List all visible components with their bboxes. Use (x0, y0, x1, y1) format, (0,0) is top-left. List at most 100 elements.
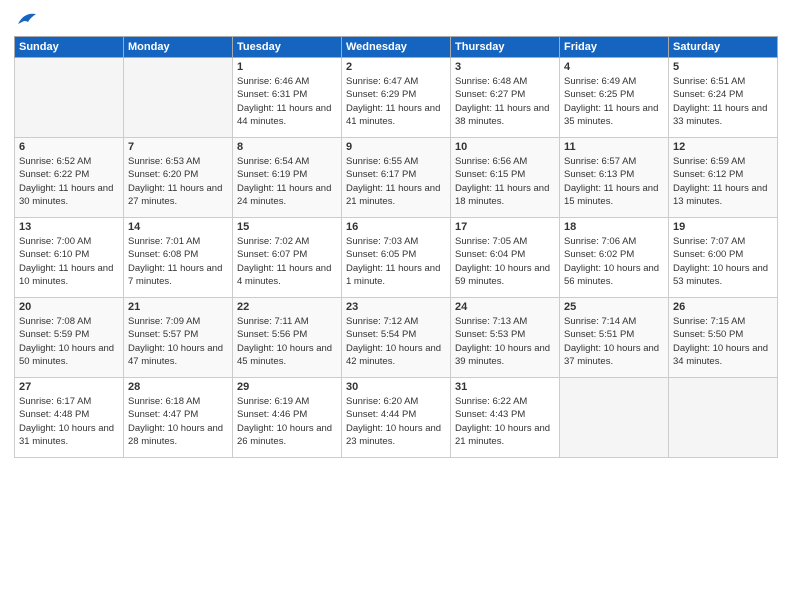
day-number: 31 (455, 381, 555, 393)
day-number: 1 (237, 61, 337, 73)
day-info: Sunrise: 7:15 AM Sunset: 5:50 PM Dayligh… (673, 315, 773, 368)
week-row-1: 6Sunrise: 6:52 AM Sunset: 6:22 PM Daylig… (15, 138, 778, 218)
day-cell: 3 Sunrise: 6:48 AM Sunset: 6:27 PM Daylig… (451, 58, 560, 138)
page-header (14, 10, 778, 28)
day-cell: 9Sunrise: 6:55 AM Sunset: 6:17 PM Daylig… (342, 138, 451, 218)
day-number: 28 (128, 381, 228, 393)
day-cell: 2Sunrise: 6:47 AM Sunset: 6:29 PM Daylig… (342, 58, 451, 138)
day-number: 15 (237, 221, 337, 233)
day-cell: 4 Sunrise: 6:49 AM Sunset: 6:25 PM Daylig… (560, 58, 669, 138)
day-cell: 29 Sunrise: 6:19 AM Sunset: 4:46 PM Dayli… (233, 378, 342, 458)
day-info: Sunrise: 7:00 AM Sunset: 6:10 PM Dayligh… (19, 235, 119, 288)
day-number: 17 (455, 221, 555, 233)
day-number: 3 (455, 61, 555, 73)
day-number: 29 (237, 381, 337, 393)
day-number: 2 (346, 61, 446, 73)
day-cell: 17 Sunrise: 7:05 AM Sunset: 6:04 PM Dayli… (451, 218, 560, 298)
day-cell: 1 Sunrise: 6:46 AM Sunset: 6:31 PM Daylig… (233, 58, 342, 138)
day-info: Sunrise: 6:57 AM Sunset: 6:13 PM Dayligh… (564, 155, 664, 208)
day-info: Sunrise: 7:09 AM Sunset: 5:57 PM Dayligh… (128, 315, 228, 368)
day-cell: 8Sunrise: 6:54 AM Sunset: 6:19 PM Daylig… (233, 138, 342, 218)
day-info: Sunrise: 7:12 AM Sunset: 5:54 PM Dayligh… (346, 315, 446, 368)
day-cell: 6Sunrise: 6:52 AM Sunset: 6:22 PM Daylig… (15, 138, 124, 218)
day-cell: 16Sunrise: 7:03 AM Sunset: 6:05 PM Dayli… (342, 218, 451, 298)
day-cell: 12Sunrise: 6:59 AM Sunset: 6:12 PM Dayli… (669, 138, 778, 218)
day-cell: 26 Sunrise: 7:15 AM Sunset: 5:50 PM Dayli… (669, 298, 778, 378)
day-info: Sunrise: 6:59 AM Sunset: 6:12 PM Dayligh… (673, 155, 773, 208)
day-number: 13 (19, 221, 119, 233)
day-info: Sunrise: 6:55 AM Sunset: 6:17 PM Dayligh… (346, 155, 446, 208)
day-info: Sunrise: 6:53 AM Sunset: 6:20 PM Dayligh… (128, 155, 228, 208)
week-row-2: 13 Sunrise: 7:00 AM Sunset: 6:10 PM Dayli… (15, 218, 778, 298)
day-cell: 23 Sunrise: 7:12 AM Sunset: 5:54 PM Dayli… (342, 298, 451, 378)
day-cell: 11 Sunrise: 6:57 AM Sunset: 6:13 PM Dayli… (560, 138, 669, 218)
day-number: 23 (346, 301, 446, 313)
day-number: 18 (564, 221, 664, 233)
day-header-saturday: Saturday (669, 37, 778, 58)
day-cell: 30 Sunrise: 6:20 AM Sunset: 4:44 PM Dayli… (342, 378, 451, 458)
day-info: Sunrise: 6:18 AM Sunset: 4:47 PM Dayligh… (128, 395, 228, 448)
header-row: SundayMondayTuesdayWednesdayThursdayFrid… (15, 37, 778, 58)
day-info: Sunrise: 7:02 AM Sunset: 6:07 PM Dayligh… (237, 235, 337, 288)
logo (14, 10, 38, 28)
day-number: 21 (128, 301, 228, 313)
day-cell (15, 58, 124, 138)
day-info: Sunrise: 6:17 AM Sunset: 4:48 PM Dayligh… (19, 395, 119, 448)
day-cell: 19Sunrise: 7:07 AM Sunset: 6:00 PM Dayli… (669, 218, 778, 298)
day-info: Sunrise: 7:13 AM Sunset: 5:53 PM Dayligh… (455, 315, 555, 368)
day-header-sunday: Sunday (15, 37, 124, 58)
day-info: Sunrise: 6:56 AM Sunset: 6:15 PM Dayligh… (455, 155, 555, 208)
week-row-0: 1 Sunrise: 6:46 AM Sunset: 6:31 PM Daylig… (15, 58, 778, 138)
day-info: Sunrise: 6:52 AM Sunset: 6:22 PM Dayligh… (19, 155, 119, 208)
day-number: 4 (564, 61, 664, 73)
day-header-wednesday: Wednesday (342, 37, 451, 58)
day-cell: 18 Sunrise: 7:06 AM Sunset: 6:02 PM Dayli… (560, 218, 669, 298)
day-header-friday: Friday (560, 37, 669, 58)
day-cell: 10 Sunrise: 6:56 AM Sunset: 6:15 PM Dayli… (451, 138, 560, 218)
day-header-monday: Monday (124, 37, 233, 58)
day-cell: 24 Sunrise: 7:13 AM Sunset: 5:53 PM Dayli… (451, 298, 560, 378)
day-cell (124, 58, 233, 138)
day-cell: 7 Sunrise: 6:53 AM Sunset: 6:20 PM Daylig… (124, 138, 233, 218)
day-cell: 13 Sunrise: 7:00 AM Sunset: 6:10 PM Dayli… (15, 218, 124, 298)
day-cell: 27Sunrise: 6:17 AM Sunset: 4:48 PM Dayli… (15, 378, 124, 458)
day-cell: 31 Sunrise: 6:22 AM Sunset: 4:43 PM Dayli… (451, 378, 560, 458)
calendar-table: SundayMondayTuesdayWednesdayThursdayFrid… (14, 36, 778, 458)
day-info: Sunrise: 6:48 AM Sunset: 6:27 PM Dayligh… (455, 75, 555, 128)
day-number: 10 (455, 141, 555, 153)
day-cell: 22 Sunrise: 7:11 AM Sunset: 5:56 PM Dayli… (233, 298, 342, 378)
day-number: 19 (673, 221, 773, 233)
day-number: 26 (673, 301, 773, 313)
day-info: Sunrise: 7:11 AM Sunset: 5:56 PM Dayligh… (237, 315, 337, 368)
day-cell: 5Sunrise: 6:51 AM Sunset: 6:24 PM Daylig… (669, 58, 778, 138)
week-row-3: 20Sunrise: 7:08 AM Sunset: 5:59 PM Dayli… (15, 298, 778, 378)
page-container: SundayMondayTuesdayWednesdayThursdayFrid… (0, 0, 792, 466)
day-cell (669, 378, 778, 458)
day-cell: 28 Sunrise: 6:18 AM Sunset: 4:47 PM Dayli… (124, 378, 233, 458)
day-cell: 25Sunrise: 7:14 AM Sunset: 5:51 PM Dayli… (560, 298, 669, 378)
day-number: 16 (346, 221, 446, 233)
day-cell: 21 Sunrise: 7:09 AM Sunset: 5:57 PM Dayli… (124, 298, 233, 378)
day-info: Sunrise: 6:22 AM Sunset: 4:43 PM Dayligh… (455, 395, 555, 448)
day-info: Sunrise: 7:06 AM Sunset: 6:02 PM Dayligh… (564, 235, 664, 288)
day-cell (560, 378, 669, 458)
day-info: Sunrise: 7:05 AM Sunset: 6:04 PM Dayligh… (455, 235, 555, 288)
day-info: Sunrise: 6:19 AM Sunset: 4:46 PM Dayligh… (237, 395, 337, 448)
day-info: Sunrise: 6:51 AM Sunset: 6:24 PM Dayligh… (673, 75, 773, 128)
day-cell: 20Sunrise: 7:08 AM Sunset: 5:59 PM Dayli… (15, 298, 124, 378)
day-cell: 15 Sunrise: 7:02 AM Sunset: 6:07 PM Dayli… (233, 218, 342, 298)
logo-bird-icon (16, 10, 38, 28)
day-number: 22 (237, 301, 337, 313)
day-number: 7 (128, 141, 228, 153)
day-info: Sunrise: 6:20 AM Sunset: 4:44 PM Dayligh… (346, 395, 446, 448)
day-header-thursday: Thursday (451, 37, 560, 58)
day-number: 30 (346, 381, 446, 393)
day-info: Sunrise: 7:08 AM Sunset: 5:59 PM Dayligh… (19, 315, 119, 368)
day-number: 14 (128, 221, 228, 233)
day-info: Sunrise: 6:49 AM Sunset: 6:25 PM Dayligh… (564, 75, 664, 128)
day-number: 8 (237, 141, 337, 153)
day-info: Sunrise: 6:46 AM Sunset: 6:31 PM Dayligh… (237, 75, 337, 128)
day-number: 24 (455, 301, 555, 313)
day-cell: 14Sunrise: 7:01 AM Sunset: 6:08 PM Dayli… (124, 218, 233, 298)
day-number: 11 (564, 141, 664, 153)
